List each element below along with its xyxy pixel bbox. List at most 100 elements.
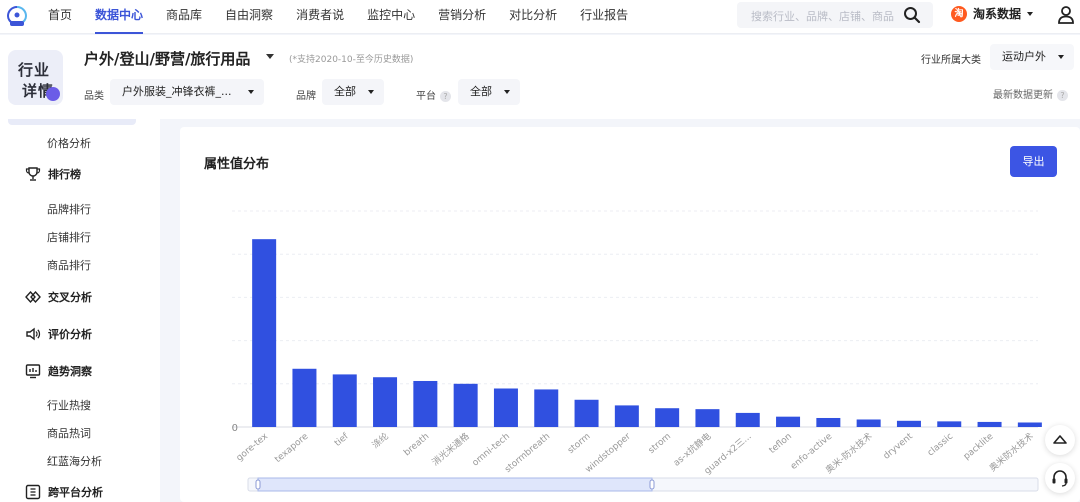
platform-select[interactable]: 全部 (458, 79, 520, 105)
attribute-bar-chart: 0gore-tex texapore tief 涤纶 breath 消光米通格 omni-t… (232, 210, 1042, 492)
attribute-distribution-card: 属性值分布 导出 0 gore-tex texapore tief 涤纶 breath 消光… (180, 127, 1080, 502)
nav-home[interactable]: 首页 (48, 0, 72, 34)
bar (1017, 422, 1042, 427)
sidebar-group-review-analysis[interactable]: 评价分析 (25, 326, 92, 342)
search-input[interactable]: 搜索行业、品牌、店铺、商品 (737, 2, 933, 28)
category-label: 品类 (84, 91, 104, 102)
trophy-icon (25, 167, 41, 181)
latest-update: 最新数据更新? (993, 86, 1068, 101)
title-dropdown-icon[interactable] (266, 54, 274, 59)
bar (776, 416, 801, 427)
sidebar-item-price-analysis[interactable]: 价格分析 (47, 135, 91, 151)
sidebar-group-trend-label: 趋势洞察 (48, 365, 92, 378)
zoom-handle-left[interactable] (255, 479, 261, 490)
platform-label: 平台? (416, 87, 451, 102)
bar (574, 399, 599, 427)
sidebar-item-shop-rank[interactable]: 店铺排行 (47, 229, 91, 245)
sidebar-active-highlight (8, 119, 136, 125)
nav-free-insight[interactable]: 自由洞察 (225, 0, 273, 34)
x-tick-label: tief (333, 431, 351, 449)
user-icon[interactable] (1057, 5, 1075, 25)
nav-consumer-voice[interactable]: 消费者说 (296, 0, 344, 34)
tile-dot-icon (46, 87, 60, 101)
page-title[interactable]: 户外/登山/野营/旅行用品 (84, 48, 250, 69)
x-tick-label: as-x抗静电 (671, 430, 714, 469)
x-tick-label: breath (402, 432, 431, 459)
x-tick-label: strom (647, 432, 673, 456)
scroll-top-button[interactable] (1045, 425, 1075, 455)
tile-line-1: 行业 (18, 61, 51, 79)
category-value: 户外服装_冲锋衣裤_... (122, 85, 232, 98)
search-placeholder: 搜索行业、品牌、店铺、商品 (751, 10, 894, 23)
x-tick-label: classic (926, 432, 955, 459)
help-icon[interactable]: ? (440, 90, 451, 102)
chevron-down-icon (1027, 11, 1034, 16)
top-navbar: 首页 数据中心 商品库 自由洞察 消费者说 监控中心 营销分析 对比分析 行业报… (0, 0, 1080, 34)
x-tick-label: 消光米通格 (429, 430, 471, 468)
bar (856, 419, 881, 427)
nav-data-center[interactable]: 数据中心 (95, 0, 144, 34)
sidebar-group-cross-platform-label: 跨平台分析 (48, 486, 103, 499)
sidebar-group-cross-platform[interactable]: 跨平台分析 (25, 484, 103, 500)
bar (655, 408, 680, 427)
bar (453, 383, 478, 427)
sidebar-group-cross-analysis[interactable]: 交叉分析 (25, 289, 92, 305)
industry-header: 行业 详情 户外/登山/野营/旅行用品 (*支持2020-10-至今历史数据) … (0, 35, 1080, 119)
bar (735, 412, 760, 427)
bar (373, 377, 398, 427)
zoom-slider-selection[interactable] (257, 477, 653, 492)
sidebar-item-brand-rank[interactable]: 品牌排行 (47, 201, 91, 217)
nav-product-library[interactable]: 商品库 (166, 0, 202, 34)
sidebar-item-industry-hot-search[interactable]: 行业热搜 (47, 397, 91, 413)
sidebar-group-cross-label: 交叉分析 (48, 291, 92, 304)
search-icon[interactable] (903, 6, 921, 24)
sidebar-group-ranking[interactable]: 排行榜 (25, 166, 81, 182)
x-tick-label: 涤纶 (369, 430, 391, 451)
x-tick-label: storm (566, 432, 592, 456)
nav-monitor-center[interactable]: 监控中心 (367, 0, 415, 34)
latest-update-text: 最新数据更新 (993, 90, 1053, 101)
sidebar-item-product-hot-words[interactable]: 商品热词 (47, 425, 91, 441)
export-button[interactable]: 导出 (1010, 146, 1057, 177)
chevron-down-icon (368, 90, 374, 94)
bar (332, 374, 357, 427)
sidebar-group-trend-insight[interactable]: 趋势洞察 (25, 363, 92, 379)
help-icon[interactable]: ? (1057, 89, 1068, 101)
customer-service-button[interactable] (1045, 463, 1075, 493)
sidebar-item-item-rank[interactable]: 商品排行 (47, 257, 91, 273)
bar (937, 421, 962, 427)
sidebar-group-review-label: 评价分析 (48, 328, 92, 341)
sidebar-item-red-blue-sea[interactable]: 红蓝海分析 (47, 453, 102, 469)
industry-category-label: 行业所属大类 (921, 55, 981, 66)
bar (493, 388, 518, 427)
bar (695, 409, 720, 427)
taobao-badge-icon: 淘 (951, 5, 967, 22)
monitor-chart-icon (25, 364, 41, 379)
nav-marketing-analysis[interactable]: 营销分析 (438, 0, 486, 34)
brand-select[interactable]: 全部 (322, 79, 384, 105)
brand-value: 全部 (334, 85, 356, 98)
platform-label-text: 平台 (416, 91, 436, 102)
industry-category-select[interactable]: 运动户外 (990, 44, 1074, 70)
nav-industry-report[interactable]: 行业报告 (580, 0, 628, 34)
y-tick-label: 0 (232, 423, 238, 434)
bar (896, 420, 921, 427)
zoom-handle-right[interactable] (649, 479, 655, 490)
x-tick-label: teflon (768, 432, 794, 456)
app-logo-icon[interactable] (4, 4, 30, 30)
main-nav: 首页 数据中心 商品库 自由洞察 消费者说 监控中心 营销分析 对比分析 行业报… (48, 0, 651, 34)
brand-label: 品牌 (296, 91, 316, 102)
cross-platform-icon (25, 484, 41, 500)
data-source-label: 淘系数据 (973, 7, 1022, 21)
category-select[interactable]: 户外服装_冲锋衣裤_... (110, 79, 264, 105)
x-tick-label: 奥米防水技术 (987, 430, 1036, 474)
data-source-switcher[interactable]: 淘 淘系数据 (951, 5, 1034, 22)
headset-icon (1052, 470, 1068, 487)
chevron-up-icon (1053, 435, 1067, 444)
x-tick-label: omni-tech (471, 432, 512, 469)
bar (292, 368, 317, 427)
x-tick-label: dryvent (882, 431, 915, 461)
chevron-down-icon (1058, 55, 1064, 59)
nav-compare-analysis[interactable]: 对比分析 (509, 0, 557, 34)
x-tick-label: texapore (273, 431, 310, 465)
